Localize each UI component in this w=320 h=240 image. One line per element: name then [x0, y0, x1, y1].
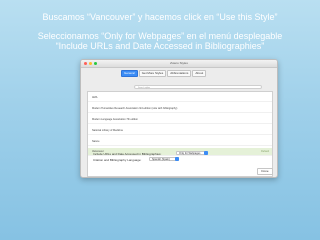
done-button[interactable]: Done — [257, 168, 273, 175]
tab-get-more-styles[interactable]: Get More Styles — [138, 70, 167, 77]
language-label: Citation and Bibliography Language: — [93, 158, 142, 162]
style-list-item[interactable]: AMA — [88, 94, 272, 102]
styles-window: Zotero Styles General Get More Styles Ab… — [80, 59, 278, 178]
style-list-item[interactable]: National Library of Medicine — [88, 127, 272, 135]
caption-line-1: Buscamos “Vancouver” y hacemos click en … — [42, 12, 278, 22]
style-list[interactable]: AMA Modern Humanities Research Associati… — [87, 91, 273, 177]
tab-abbreviations[interactable]: Abbreviations — [167, 70, 192, 77]
include-urls-dropdown[interactable]: Only for Webpages — [176, 151, 208, 155]
window-titlebar: Zotero Styles — [81, 60, 277, 68]
style-list-item[interactable]: Modern Humanities Research Association 3… — [88, 105, 272, 113]
style-list-item[interactable]: Nature — [88, 138, 272, 146]
language-value: Spanish (Spain) — [152, 158, 170, 161]
caption-line-3: “Include URLs and Date Accessed in Bibli… — [55, 41, 265, 51]
include-urls-label: Include URLs and Date Accessed in Biblio… — [93, 152, 162, 156]
chevron-down-icon — [204, 151, 208, 155]
window-title: Zotero Styles — [170, 61, 188, 65]
tab-bar: General Get More Styles Abbreviations Ab… — [121, 70, 207, 77]
tab-general[interactable]: General — [121, 70, 138, 77]
tab-about[interactable]: About — [192, 70, 207, 77]
include-urls-value: Only for Webpages — [179, 152, 201, 155]
style-list-item[interactable]: Modern Language Association 7th edition — [88, 116, 272, 124]
style-search-input[interactable]: Search styles — [134, 85, 262, 89]
selected-style-note: Default — [261, 150, 269, 153]
language-dropdown[interactable]: Spanish (Spain) — [149, 157, 179, 161]
chevron-down-icon — [175, 157, 179, 161]
